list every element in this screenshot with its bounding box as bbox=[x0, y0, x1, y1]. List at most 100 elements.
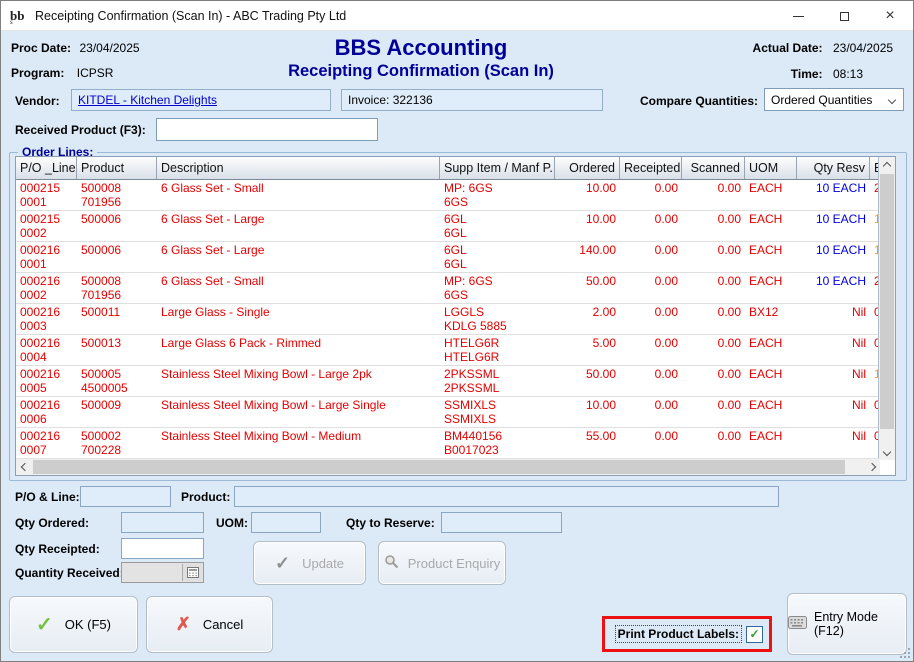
order-line-row[interactable]: 00021500015000087019566 Glass Set - Smal… bbox=[16, 180, 878, 211]
product-field[interactable] bbox=[234, 486, 779, 507]
cell-uom: EACH bbox=[745, 211, 797, 241]
order-line-row[interactable]: 0002160007500002700228Stainless Steel Mi… bbox=[16, 428, 878, 459]
product-label: Product: bbox=[181, 490, 230, 504]
cell-uom: EACH bbox=[745, 397, 797, 427]
column-header-receipted[interactable]: Receipted bbox=[620, 157, 682, 179]
cell-extra: 0 bbox=[870, 428, 878, 458]
check-icon: ✓ bbox=[275, 553, 290, 574]
column-header-product[interactable]: Product bbox=[77, 157, 157, 179]
cell-scanned: 0.00 bbox=[682, 335, 745, 365]
cell-product: 500013 bbox=[77, 335, 157, 365]
proc-date-value: 23/04/2025 bbox=[79, 41, 139, 55]
invoice-field[interactable]: Invoice: 322136 bbox=[341, 89, 603, 111]
update-button-label: Update bbox=[302, 556, 344, 571]
cell-description: 6 Glass Set - Large bbox=[157, 242, 440, 272]
cell-product: 500008701956 bbox=[77, 273, 157, 303]
cell-description: Stainless Steel Mixing Bowl - Large Sing… bbox=[157, 397, 440, 427]
qty-ordered-label: Qty Ordered: bbox=[15, 516, 89, 530]
scroll-left-icon[interactable] bbox=[16, 459, 33, 475]
cell-receipted: 0.00 bbox=[620, 211, 682, 241]
column-header-uom[interactable]: UOM bbox=[745, 157, 797, 179]
cell-qty_resv: 10 EACH bbox=[797, 211, 870, 241]
order-line-row[interactable]: 00021600055000054500005Stainless Steel M… bbox=[16, 366, 878, 397]
horizontal-scroll-thumb[interactable] bbox=[33, 460, 845, 474]
uom-field[interactable] bbox=[251, 512, 321, 533]
cell-supp: HTELG6RHTELG6R bbox=[440, 335, 555, 365]
cell-qty_resv: 10 EACH bbox=[797, 242, 870, 272]
entry-mode-button-label: Entry Mode (F12) bbox=[814, 610, 906, 638]
po-line-field[interactable] bbox=[80, 486, 171, 507]
vendor-link[interactable]: KITDEL - Kitchen Delights bbox=[78, 93, 217, 107]
qty-ordered-field[interactable] bbox=[121, 512, 204, 533]
cell-extra: 1 bbox=[870, 366, 878, 396]
proc-date-label: Proc Date: bbox=[11, 41, 71, 55]
cell-product: 5000054500005 bbox=[77, 366, 157, 396]
update-button[interactable]: ✓ Update bbox=[253, 541, 366, 585]
cell-uom: EACH bbox=[745, 242, 797, 272]
program-value: ICPSR bbox=[77, 66, 114, 80]
cell-extra: 0 bbox=[870, 335, 878, 365]
vertical-scrollbar[interactable] bbox=[878, 157, 895, 460]
calculator-button[interactable] bbox=[182, 564, 202, 581]
minimize-button[interactable] bbox=[775, 1, 821, 31]
qty-to-reserve-field[interactable] bbox=[441, 512, 562, 533]
column-header-supp[interactable]: Supp Item / Manf P.. bbox=[440, 157, 555, 179]
cancel-button-label: Cancel bbox=[203, 617, 243, 632]
scroll-right-icon[interactable] bbox=[863, 459, 880, 475]
cell-po_line: 0002160004 bbox=[16, 335, 77, 365]
product-enquiry-button[interactable]: Product Enquiry bbox=[378, 541, 506, 585]
cell-scanned: 0.00 bbox=[682, 273, 745, 303]
cell-product: 500006 bbox=[77, 242, 157, 272]
scroll-up-icon[interactable] bbox=[879, 157, 895, 174]
resize-grip[interactable] bbox=[898, 646, 910, 658]
order-line-row[interactable]: 0002160006500009Stainless Steel Mixing B… bbox=[16, 397, 878, 428]
order-line-row[interactable]: 0002160003500011Large Glass - SingleLGGL… bbox=[16, 304, 878, 335]
column-header-scanned[interactable]: Scanned bbox=[682, 157, 745, 179]
compare-quantities-select[interactable]: Ordered Quantities bbox=[764, 88, 904, 111]
order-line-row[interactable]: 0002160004500013Large Glass 6 Pack - Rim… bbox=[16, 335, 878, 366]
cell-description: 6 Glass Set - Small bbox=[157, 180, 440, 210]
cell-po_line: 0002160003 bbox=[16, 304, 77, 334]
po-line-label: P/O & Line: bbox=[15, 490, 80, 504]
cell-scanned: 0.00 bbox=[682, 211, 745, 241]
column-header-ordered[interactable]: Ordered bbox=[555, 157, 620, 179]
quantity-received-label: Quantity Received: bbox=[15, 566, 124, 580]
column-header-qty_resv[interactable]: Qty Resv bbox=[797, 157, 870, 179]
quantity-received-field[interactable] bbox=[121, 562, 204, 583]
scroll-down-icon[interactable] bbox=[879, 443, 895, 460]
cell-ordered: 10.00 bbox=[555, 180, 620, 210]
ok-button[interactable]: ✓ OK (F5) bbox=[9, 596, 138, 653]
column-header-description[interactable]: Description bbox=[157, 157, 440, 179]
time-value: 08:13 bbox=[833, 67, 903, 81]
actual-date-value: 23/04/2025 bbox=[833, 41, 903, 55]
qty-receipted-label: Qty Receipted: bbox=[15, 542, 100, 556]
cell-qty_resv: 10 EACH bbox=[797, 273, 870, 303]
column-header-extra[interactable]: B bbox=[870, 157, 878, 179]
received-product-input[interactable] bbox=[156, 118, 378, 141]
order-line-row[interactable]: 00021500025000066 Glass Set - Large6GL6G… bbox=[16, 211, 878, 242]
window-title: Receipting Confirmation (Scan In) - ABC … bbox=[35, 9, 346, 23]
horizontal-scrollbar[interactable] bbox=[16, 458, 880, 475]
cell-receipted: 0.00 bbox=[620, 180, 682, 210]
cell-qty_resv: Nil bbox=[797, 397, 870, 427]
column-header-po_line[interactable]: P/O _Line bbox=[16, 157, 77, 179]
ok-check-icon: ✓ bbox=[36, 612, 53, 637]
qty-receipted-field[interactable] bbox=[121, 538, 204, 559]
cell-scanned: 0.00 bbox=[682, 397, 745, 427]
vertical-scroll-thumb[interactable] bbox=[880, 174, 894, 429]
cell-scanned: 0.00 bbox=[682, 304, 745, 334]
cell-ordered: 50.00 bbox=[555, 273, 620, 303]
cell-product: 500011 bbox=[77, 304, 157, 334]
title-bar: bb s Receipting Confirmation (Scan In) -… bbox=[1, 1, 913, 31]
order-line-row[interactable]: 00021600015000066 Glass Set - Large6GL6G… bbox=[16, 242, 878, 273]
cell-qty_resv: Nil bbox=[797, 304, 870, 334]
entry-mode-button[interactable]: Entry Mode (F12) bbox=[787, 593, 907, 655]
cancel-button[interactable]: ✗ Cancel bbox=[146, 596, 273, 653]
order-line-row[interactable]: 00021600025000087019566 Glass Set - Smal… bbox=[16, 273, 878, 304]
cell-scanned: 0.00 bbox=[682, 428, 745, 458]
close-button[interactable]: × bbox=[867, 1, 913, 31]
print-product-labels-checkbox[interactable]: ✓ bbox=[746, 626, 763, 643]
order-lines-header-row: P/O _LineProductDescriptionSupp Item / M… bbox=[16, 157, 878, 180]
page-title: BBS Accounting bbox=[191, 35, 651, 61]
maximize-button[interactable] bbox=[821, 1, 867, 31]
